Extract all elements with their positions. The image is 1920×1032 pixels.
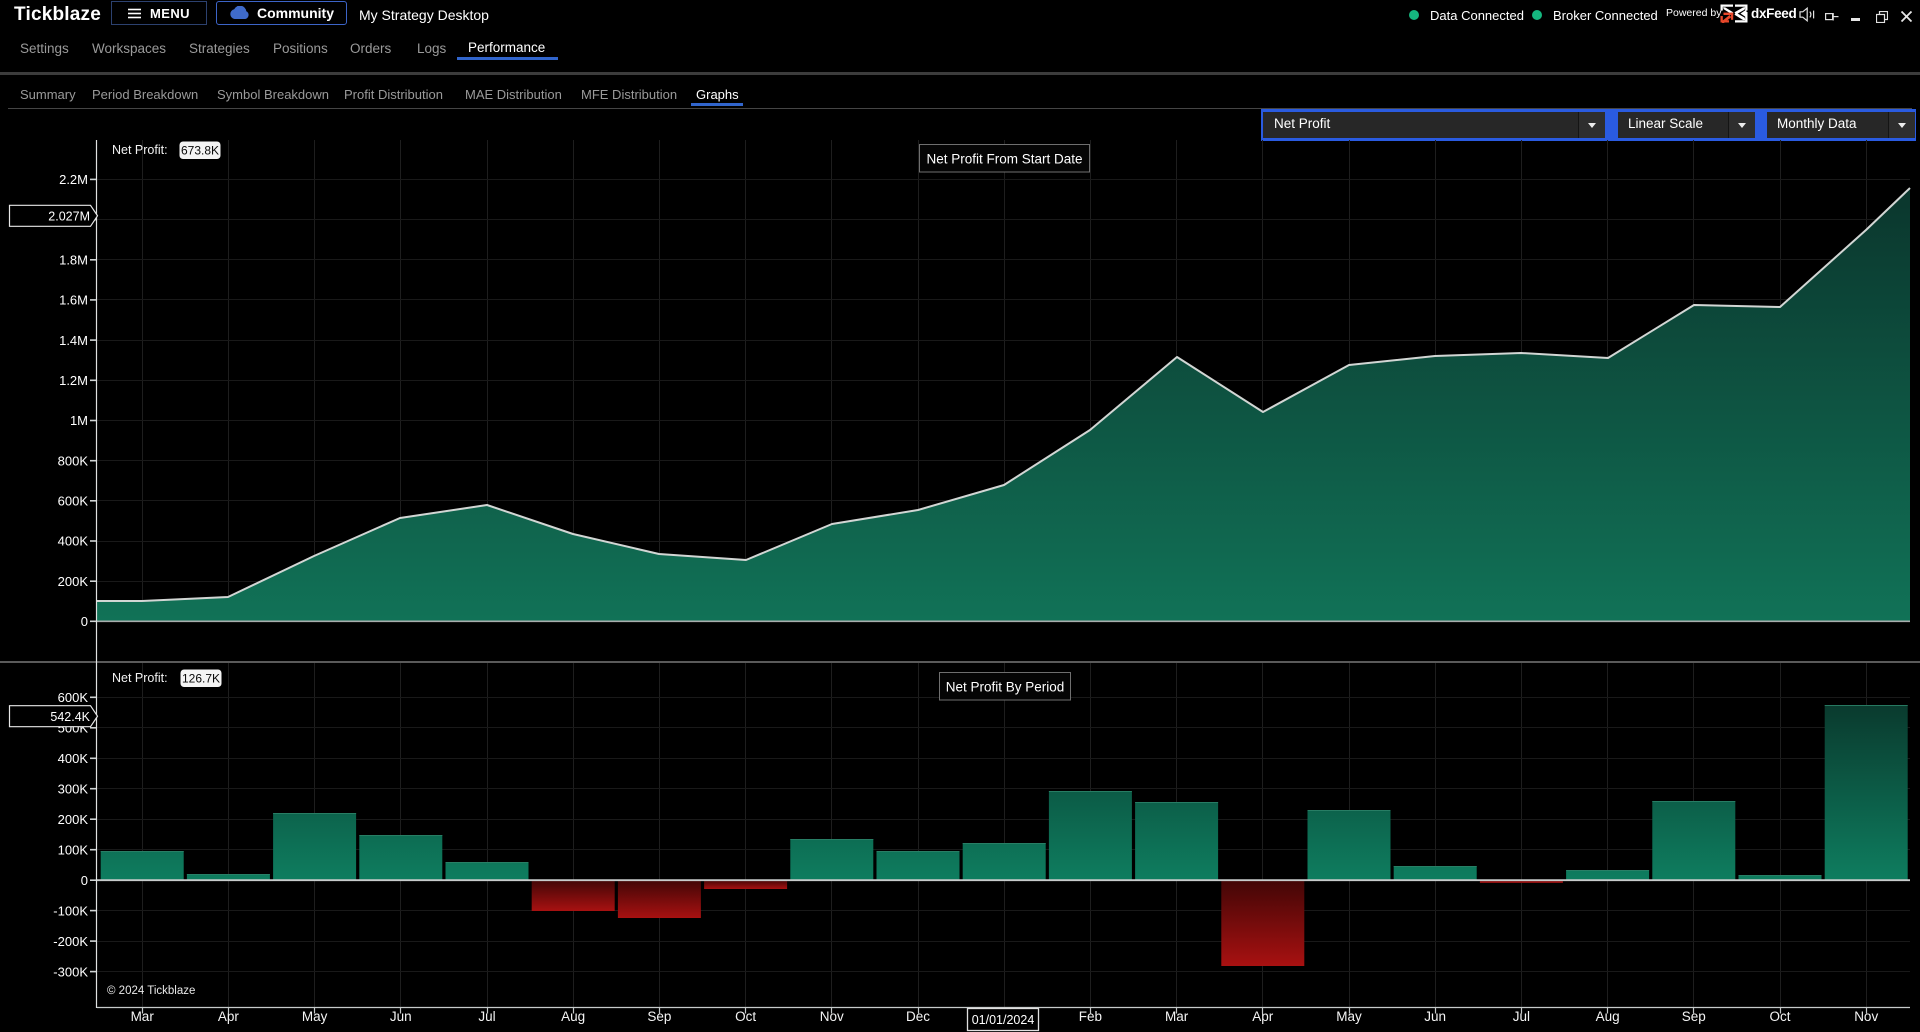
svg-text:Feb: Feb (1079, 1009, 1102, 1024)
svg-text:Mar: Mar (131, 1009, 155, 1024)
svg-text:Jul: Jul (478, 1009, 495, 1024)
svg-text:-200K: -200K (53, 934, 88, 949)
svg-text:200K: 200K (58, 574, 89, 589)
svg-text:126.7K: 126.7K (182, 672, 220, 686)
svg-text:Net Profit:: Net Profit: (112, 671, 168, 685)
svg-text:Sep: Sep (1682, 1009, 1706, 1024)
svg-text:673.8K: 673.8K (181, 144, 219, 158)
svg-text:Net Profit:: Net Profit: (112, 143, 168, 157)
svg-text:0: 0 (81, 873, 88, 888)
svg-text:542.4K: 542.4K (50, 710, 90, 724)
svg-text:Net Profit From Start Date: Net Profit From Start Date (926, 152, 1082, 167)
svg-text:Net Profit By Period: Net Profit By Period (946, 680, 1065, 695)
svg-text:1.2M: 1.2M (59, 373, 88, 388)
svg-text:400K: 400K (58, 534, 89, 549)
svg-text:Mar: Mar (1165, 1009, 1189, 1024)
svg-text:200K: 200K (58, 812, 89, 827)
svg-text:Nov: Nov (820, 1009, 844, 1024)
svg-text:Dec: Dec (906, 1009, 930, 1024)
svg-text:2.027M: 2.027M (48, 209, 90, 223)
svg-text:Aug: Aug (561, 1009, 585, 1024)
svg-text:1.6M: 1.6M (59, 293, 88, 308)
svg-text:Jun: Jun (1424, 1009, 1446, 1024)
svg-text:300K: 300K (58, 781, 89, 796)
svg-text:600K: 600K (58, 690, 89, 705)
svg-text:1.4M: 1.4M (59, 333, 88, 348)
svg-text:Oct: Oct (735, 1009, 756, 1024)
svg-text:Apr: Apr (218, 1009, 240, 1024)
svg-text:Oct: Oct (1769, 1009, 1790, 1024)
svg-text:May: May (302, 1009, 328, 1024)
svg-text:-100K: -100K (53, 903, 88, 918)
svg-text:Jun: Jun (390, 1009, 412, 1024)
svg-text:Apr: Apr (1252, 1009, 1274, 1024)
svg-text:800K: 800K (58, 453, 89, 468)
svg-text:400K: 400K (58, 751, 89, 766)
svg-text:2.2M: 2.2M (59, 172, 88, 187)
svg-text:Nov: Nov (1854, 1009, 1878, 1024)
svg-text:600K: 600K (58, 494, 89, 509)
svg-text:01/01/2024: 01/01/2024 (972, 1013, 1035, 1027)
svg-text:-300K: -300K (53, 964, 88, 979)
svg-text:Sep: Sep (647, 1009, 671, 1024)
svg-text:© 2024 Tickblaze: © 2024 Tickblaze (107, 985, 195, 997)
svg-text:0: 0 (81, 614, 88, 629)
svg-text:Aug: Aug (1596, 1009, 1620, 1024)
svg-text:Jul: Jul (1513, 1009, 1530, 1024)
svg-text:May: May (1336, 1009, 1362, 1024)
svg-text:1.8M: 1.8M (59, 253, 88, 268)
svg-text:1M: 1M (70, 413, 88, 428)
svg-text:100K: 100K (58, 842, 89, 857)
